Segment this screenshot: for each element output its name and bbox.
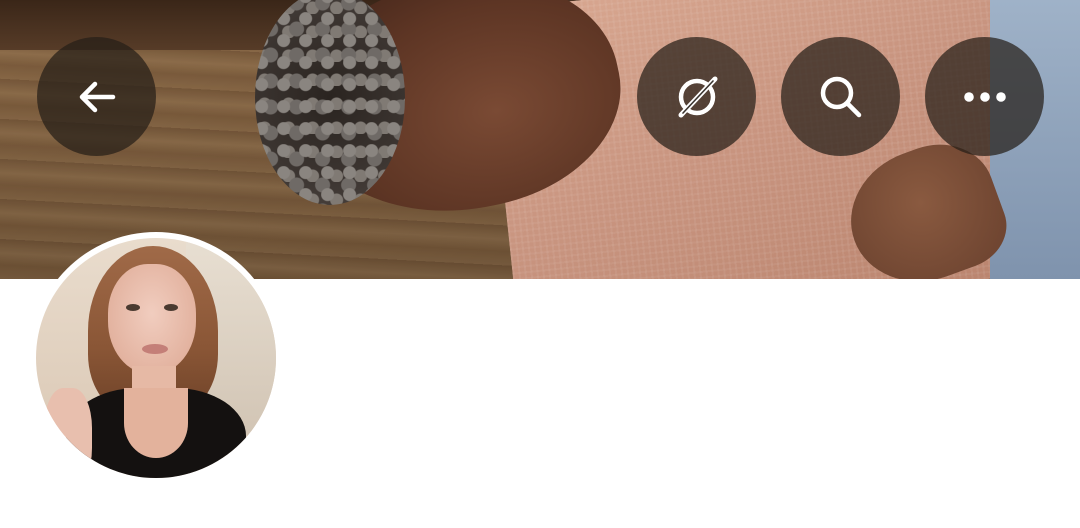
more-options-button[interactable] [925, 37, 1044, 156]
profile-page [0, 0, 1080, 528]
avatar-eye-left [126, 304, 140, 311]
arrow-left-icon [79, 81, 115, 112]
back-button[interactable] [37, 37, 156, 156]
avatar-eye-right [164, 304, 178, 311]
avatar-face [108, 264, 196, 374]
avatar-image [36, 238, 276, 478]
banner-hair [255, 0, 405, 205]
profile-avatar[interactable] [30, 232, 282, 484]
avatar-arm [44, 388, 92, 478]
grok-slash-circle-icon [678, 76, 717, 117]
grok-button[interactable] [637, 37, 756, 156]
avatar-chest [124, 388, 188, 458]
avatar-lips [142, 344, 168, 354]
search-icon [820, 76, 861, 117]
more-horizontal-icon [963, 91, 1006, 102]
search-button[interactable] [781, 37, 900, 156]
